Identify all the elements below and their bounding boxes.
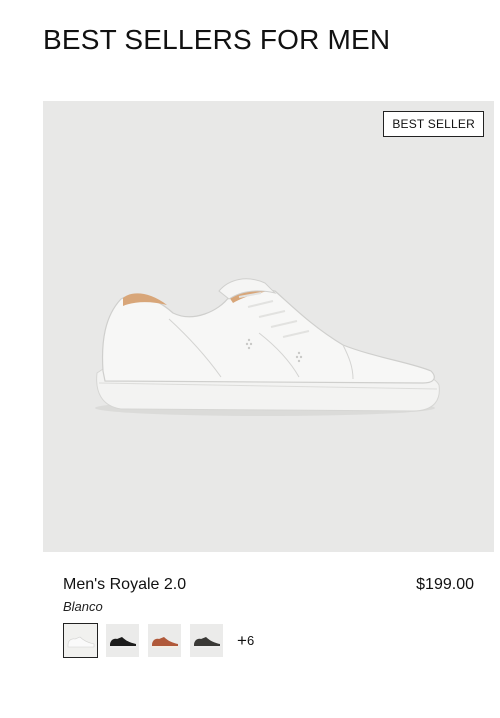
product-card[interactable]: BEST SELLER Men's Royale 2.0 $199.00 Bla…	[43, 101, 494, 662]
product-price: $199.00	[416, 576, 474, 593]
shoe-image	[95, 278, 440, 416]
sneaker-icon	[67, 636, 95, 648]
swatch-cognac-thumb	[148, 624, 181, 657]
sneaker-icon	[194, 637, 220, 648]
color-swatches: +6	[63, 623, 254, 658]
sneaker-icon	[152, 637, 178, 648]
product-name[interactable]: Men's Royale 2.0	[63, 576, 186, 594]
swatch-dark-grey-thumb	[190, 624, 223, 657]
section-title: BEST SELLERS FOR MEN	[43, 24, 391, 55]
swatch-white[interactable]	[63, 623, 98, 658]
product-image[interactable]: BEST SELLER	[43, 101, 494, 552]
sneaker-icon	[110, 637, 136, 648]
swatch-black[interactable]	[105, 623, 140, 658]
best-seller-badge: BEST SELLER	[383, 111, 484, 137]
more-colors-count: 6	[246, 632, 255, 648]
more-colors-button[interactable]: +6	[237, 631, 254, 651]
plus-icon: +	[237, 630, 247, 650]
swatch-white-thumb	[64, 624, 97, 657]
product-info: Men's Royale 2.0 $199.00 Blanco +6	[43, 552, 494, 662]
product-color-name: Blanco	[63, 599, 103, 614]
page: BEST SELLERS FOR MEN BEST SELLER Men's R…	[0, 0, 500, 718]
swatch-dark-grey[interactable]	[189, 623, 224, 658]
swatch-cognac[interactable]	[147, 623, 182, 658]
swatch-black-thumb	[106, 624, 139, 657]
